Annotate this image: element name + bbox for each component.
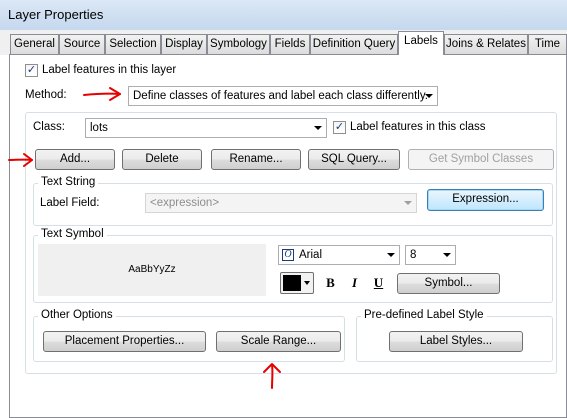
tab-labels[interactable]: Labels	[398, 31, 444, 55]
font-value: Arial	[299, 249, 323, 261]
rename-button[interactable]: Rename...	[211, 149, 301, 170]
label-field-label: Label Field:	[40, 197, 100, 209]
label-features-class-label: Label features in this class	[350, 121, 486, 133]
title-bar: Layer Properties	[0, 0, 567, 31]
tab-fields[interactable]: Fields	[270, 34, 310, 54]
tab-joins-relates[interactable]: Joins & Relates	[444, 34, 528, 54]
tab-source[interactable]: Source	[59, 34, 105, 54]
label-styles-button[interactable]: Label Styles...	[389, 331, 523, 352]
predefined-label-style-legend: Pre-defined Label Style	[361, 309, 487, 321]
tab-time[interactable]: Time	[528, 34, 567, 54]
chevron-down-icon	[387, 253, 395, 257]
chevron-down-icon	[443, 253, 451, 257]
annotation-arrow-method	[83, 87, 121, 101]
scale-range-button[interactable]: Scale Range...	[216, 331, 341, 352]
underline-button[interactable]: U	[368, 272, 389, 293]
annotation-arrow-scale-range	[263, 363, 281, 389]
tab-symbology[interactable]: Symbology	[207, 34, 270, 54]
symbol-button[interactable]: Symbol...	[397, 273, 500, 294]
tab-selection[interactable]: Selection	[105, 34, 161, 54]
chevron-down-icon	[404, 201, 412, 205]
class-value: lots	[90, 122, 108, 134]
chevron-down-icon	[425, 94, 433, 98]
italic-button[interactable]: I	[344, 272, 365, 293]
class-dropdown[interactable]: lots	[85, 118, 327, 138]
font-size-value: 8	[410, 249, 417, 261]
tab-strip: General Source Selection Display Symbolo…	[0, 30, 567, 55]
text-symbol-preview: AaBbYyZz	[38, 244, 266, 296]
bold-button[interactable]: B	[320, 272, 341, 293]
label-features-layer-checkbox[interactable]: ✓	[25, 64, 38, 77]
tab-general[interactable]: General	[10, 34, 59, 54]
annotation-arrow-add	[8, 153, 33, 167]
method-dropdown[interactable]: Define classes of features and label eac…	[128, 86, 438, 106]
chevron-down-icon	[304, 281, 310, 285]
opentype-font-icon: O	[282, 249, 294, 261]
font-size-dropdown[interactable]: 8	[405, 245, 456, 265]
tab-definition-query[interactable]: Definition Query	[310, 34, 398, 54]
other-options-legend: Other Options	[38, 309, 116, 321]
sql-query-button[interactable]: SQL Query...	[308, 149, 400, 170]
label-field-dropdown[interactable]: <expression>	[145, 193, 417, 213]
font-dropdown[interactable]: O Arial	[278, 245, 400, 265]
class-label: Class:	[33, 121, 65, 133]
color-picker[interactable]	[280, 272, 314, 294]
label-features-class-checkbox[interactable]: ✓	[333, 121, 346, 134]
get-symbol-classes-button[interactable]: Get Symbol Classes	[408, 149, 554, 170]
delete-button[interactable]: Delete	[122, 149, 202, 170]
chevron-down-icon	[314, 126, 322, 130]
label-field-value: <expression>	[150, 197, 220, 209]
window-title: Layer Properties	[8, 7, 104, 22]
method-label: Method:	[25, 89, 67, 101]
text-symbol-legend: Text Symbol	[38, 228, 107, 240]
placement-properties-button[interactable]: Placement Properties...	[43, 331, 206, 352]
add-button[interactable]: Add...	[35, 149, 115, 170]
method-value: Define classes of features and label eac…	[133, 90, 428, 102]
text-string-legend: Text String	[38, 176, 99, 188]
expression-button[interactable]: Expression...	[427, 189, 544, 211]
tab-display[interactable]: Display	[161, 34, 207, 54]
color-swatch	[283, 275, 301, 291]
label-features-layer-label: Label features in this layer	[42, 64, 177, 76]
